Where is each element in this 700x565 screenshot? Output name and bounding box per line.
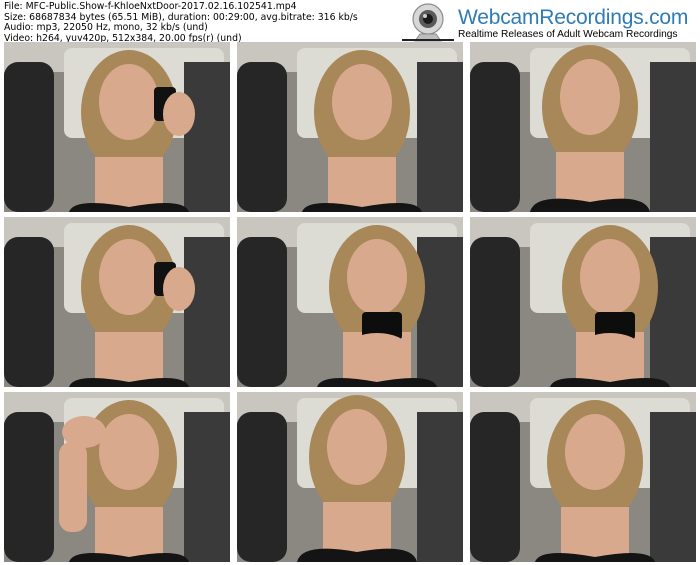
video-thumbnail[interactable] (237, 42, 463, 212)
video-thumbnail[interactable] (237, 392, 463, 562)
thumbnail-image (470, 42, 696, 212)
webcam-icon (402, 3, 454, 42)
brand-tagline: Realtime Releases of Adult Webcam Record… (458, 29, 678, 40)
video-thumbnail[interactable] (470, 217, 696, 387)
thumbnail-image (4, 392, 230, 562)
thumbnail-image (470, 217, 696, 387)
video-thumbnail[interactable] (4, 392, 230, 562)
brand-name: WebcamRecordings.com (458, 6, 689, 29)
thumbnail-image (237, 42, 463, 212)
thumbnail-image (237, 217, 463, 387)
video-thumbnail[interactable] (470, 42, 696, 212)
thumbnail-image (470, 392, 696, 562)
thumbnail-image (4, 42, 230, 212)
video-thumbnail[interactable] (4, 42, 230, 212)
thumbnail-grid (4, 42, 696, 562)
file-name-line: File: MFC-Public.Show-f-KhloeNxtDoor-201… (4, 1, 297, 12)
video-thumbnail[interactable] (470, 392, 696, 562)
video-thumbnail[interactable] (237, 217, 463, 387)
file-info: File: MFC-Public.Show-f-KhloeNxtDoor-201… (4, 1, 358, 44)
thumbnail-image (4, 217, 230, 387)
thumbnail-image (237, 392, 463, 562)
site-logo[interactable]: WebcamRecordings.com Realtime Releases o… (398, 2, 696, 42)
video-thumbnail[interactable] (4, 217, 230, 387)
